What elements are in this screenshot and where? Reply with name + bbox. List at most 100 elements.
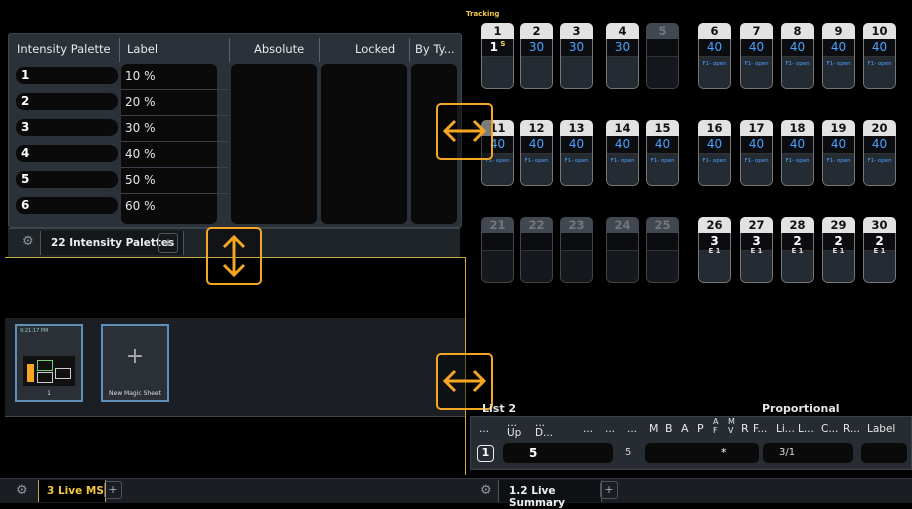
- channel-intensity: 3: [752, 234, 761, 248]
- col-header-af[interactable]: A F: [713, 417, 718, 435]
- new-magic-sheet-button[interactable]: + New Magic Sheet: [101, 324, 169, 402]
- channel-8[interactable]: 8 40 F1- open: [781, 23, 814, 89]
- col-header-r[interactable]: R: [741, 422, 749, 435]
- channel-body: 40 F1- open: [698, 136, 731, 186]
- channel-1[interactable]: 11 S: [481, 23, 514, 89]
- channel-26[interactable]: 26 3 E 1: [698, 217, 731, 283]
- channel-body: 40 F1- open: [520, 136, 553, 186]
- channel-body: 40 F1- open: [781, 39, 814, 89]
- label-cell[interactable]: [861, 443, 907, 463]
- col-header-label[interactable]: Label: [867, 423, 895, 435]
- channel-5[interactable]: 5: [646, 23, 679, 89]
- channel-25[interactable]: 25: [646, 217, 679, 283]
- add-tab-button[interactable]: +: [600, 481, 618, 499]
- channel-number: 22: [520, 217, 553, 233]
- channel-body: 40 F1- open: [646, 136, 679, 186]
- col-header[interactable]: ...: [627, 423, 637, 435]
- channel-30[interactable]: 30 2 E 1: [863, 217, 896, 283]
- channel-intensity: 40: [830, 40, 847, 54]
- channel-intensity: 40: [654, 137, 671, 151]
- flags-cell[interactable]: *: [645, 443, 759, 463]
- col-header-mv[interactable]: M V: [728, 417, 735, 435]
- col-header[interactable]: R...: [843, 423, 860, 435]
- channel-2[interactable]: 2 30: [520, 23, 553, 89]
- channel-body: 2E 1: [781, 233, 814, 283]
- channel-15[interactable]: 15 40 F1- open: [646, 120, 679, 186]
- channel-intensity: 40: [706, 40, 723, 54]
- col-header[interactable]: ...: [605, 423, 615, 435]
- channel-body: 40 F1- open: [781, 136, 814, 186]
- channel-7[interactable]: 7 40 F1- open: [740, 23, 773, 89]
- tab-live-summary[interactable]: 1.2 Live Summary: [498, 480, 602, 509]
- col-header[interactable]: ...: [479, 423, 489, 435]
- add-tab-button[interactable]: +: [104, 481, 122, 499]
- col-header-a[interactable]: A: [681, 422, 689, 435]
- cue-number[interactable]: 1: [477, 445, 494, 462]
- channel-29[interactable]: 29 2 E 1: [822, 217, 855, 283]
- bottom-tab-bar: ⚙ 3 Live MS + ⚙ 1.2 Live Summary +: [0, 478, 912, 509]
- channel-intensity: 40: [871, 40, 888, 54]
- left-right-arrow-icon: [442, 369, 487, 393]
- channel-number: 19: [822, 120, 855, 136]
- channel-10[interactable]: 10 40 F1- open: [863, 23, 896, 89]
- col-header-b[interactable]: B: [665, 422, 673, 435]
- channel-number: 27: [740, 217, 773, 233]
- channel-intensity: 40: [614, 137, 631, 151]
- resize-handle-horizontal[interactable]: [436, 103, 493, 160]
- channel-body: 3E 1: [698, 233, 731, 283]
- channel-focus-palette: F1- open: [785, 61, 810, 67]
- channel-intensity: 40: [528, 137, 545, 151]
- channel-22[interactable]: 22: [520, 217, 553, 283]
- channel-9[interactable]: 9 40 F1- open: [822, 23, 855, 89]
- col-header-up[interactable]: ... Up: [507, 418, 521, 439]
- channel-focus-palette: F1- open: [744, 61, 769, 67]
- channel-28[interactable]: 28 2 E 1: [781, 217, 814, 283]
- channel-number: 10: [863, 23, 896, 39]
- channel-effect: E 1: [791, 247, 804, 255]
- col-header[interactable]: Li...: [776, 423, 795, 435]
- channel-body: 30: [606, 39, 639, 89]
- channel-12[interactable]: 12 40 F1- open: [520, 120, 553, 186]
- tab-label: 1.2 Live Summary: [509, 485, 566, 509]
- channel-number: 29: [822, 217, 855, 233]
- gear-icon[interactable]: ⚙: [16, 483, 28, 498]
- channel-4[interactable]: 4 30: [606, 23, 639, 89]
- col-header-p[interactable]: P: [697, 422, 704, 435]
- channel-3[interactable]: 3 30: [560, 23, 593, 89]
- channel-17[interactable]: 17 40 F1- open: [740, 120, 773, 186]
- channel-number: 12: [520, 120, 553, 136]
- col-header[interactable]: F...: [753, 423, 767, 435]
- channel-16[interactable]: 16 40 F1- open: [698, 120, 731, 186]
- channel-18[interactable]: 18 40 F1- open: [781, 120, 814, 186]
- channel-24[interactable]: 24: [606, 217, 639, 283]
- channel-body: 1 S: [481, 39, 514, 89]
- channel-body: 40 F1- open: [822, 39, 855, 89]
- channel-27[interactable]: 27 3 E 1: [740, 217, 773, 283]
- channel-19[interactable]: 19 40 F1- open: [822, 120, 855, 186]
- part-value: 3/1: [779, 447, 796, 458]
- channel-number: 18: [781, 120, 814, 136]
- col-header-down[interactable]: ... D...: [535, 418, 553, 439]
- col-header[interactable]: ...: [583, 423, 593, 435]
- channel-effect: E 1: [708, 247, 721, 255]
- channel-20[interactable]: 20 40 F1- open: [863, 120, 896, 186]
- channel-14[interactable]: 14 40 F1- open: [606, 120, 639, 186]
- col-header[interactable]: C...: [821, 423, 838, 435]
- channel-intensity: 30: [614, 40, 631, 54]
- tab-live-ms[interactable]: 3 Live MS: [38, 480, 106, 502]
- channel-number: 20: [863, 120, 896, 136]
- channel-6[interactable]: 6 40 F1- open: [698, 23, 731, 89]
- channel-13[interactable]: 13 40 F1- open: [560, 120, 593, 186]
- gear-icon[interactable]: ⚙: [480, 483, 492, 498]
- channel-21[interactable]: 21: [481, 217, 514, 283]
- part-cell[interactable]: 3/1: [763, 443, 853, 463]
- col-header[interactable]: L...: [798, 423, 814, 435]
- cue-time-cell[interactable]: 5: [503, 443, 613, 463]
- channel-intensity: 40: [789, 40, 806, 54]
- channel-number: 15: [646, 120, 679, 136]
- channel-body: [606, 233, 639, 283]
- magic-sheet-thumbnail[interactable]: 9:21:17 PM 1: [15, 324, 83, 402]
- channel-23[interactable]: 23: [560, 217, 593, 283]
- col-header-m[interactable]: M: [649, 422, 659, 435]
- channel-intensity: 40: [748, 40, 765, 54]
